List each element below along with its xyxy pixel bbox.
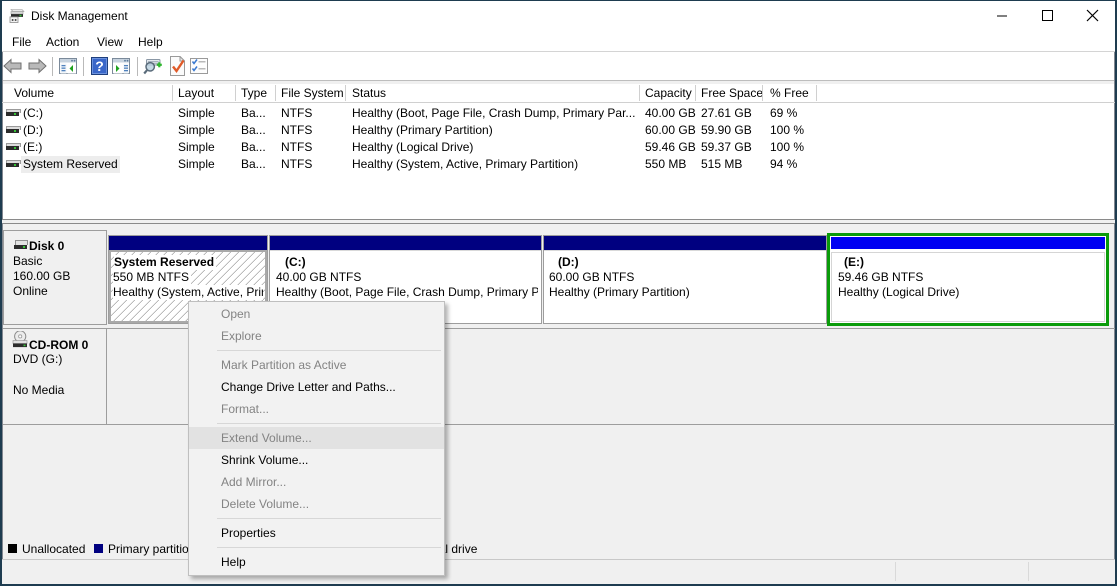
- svg-text:?: ?: [95, 58, 104, 74]
